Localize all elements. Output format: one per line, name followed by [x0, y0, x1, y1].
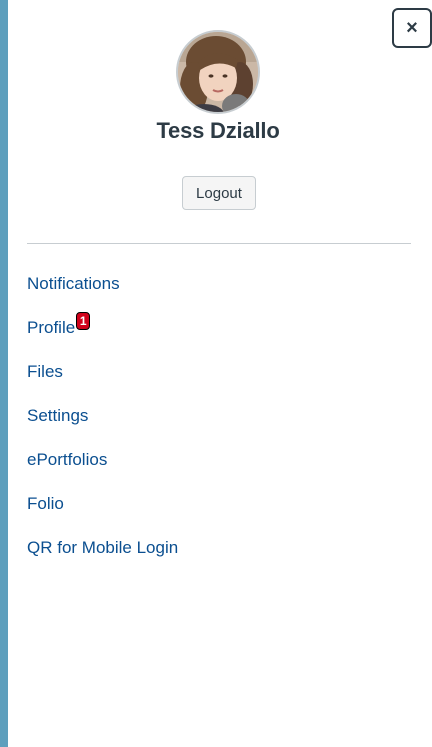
menu-item-files: Files: [27, 358, 178, 402]
files-link[interactable]: Files: [27, 362, 63, 381]
divider: [27, 243, 411, 244]
close-button[interactable]: ×: [392, 8, 432, 48]
menu-item-qr-login: QR for Mobile Login: [27, 534, 178, 578]
eportfolios-link[interactable]: ePortfolios: [27, 450, 107, 469]
menu-item-folio: Folio: [27, 490, 178, 534]
qr-mobile-login-link[interactable]: QR for Mobile Login: [27, 538, 178, 557]
settings-link[interactable]: Settings: [27, 406, 88, 425]
folio-link[interactable]: Folio: [27, 494, 64, 513]
avatar-photo: [178, 32, 258, 112]
account-menu: Notifications Profile 1 Files Settings eP…: [27, 270, 178, 578]
menu-item-settings: Settings: [27, 402, 178, 446]
logout-button[interactable]: Logout: [182, 176, 256, 210]
account-tray: × Tess Dziallo Logout Notifications Prof…: [8, 0, 432, 747]
background-edge: [0, 0, 8, 747]
user-name: Tess Dziallo: [156, 118, 280, 143]
menu-item-eportfolios: ePortfolios: [27, 446, 178, 490]
notifications-link[interactable]: Notifications: [27, 274, 120, 293]
avatar: [176, 30, 260, 114]
close-icon: ×: [406, 17, 418, 39]
menu-item-notifications: Notifications: [27, 270, 178, 314]
menu-item-profile: Profile 1: [27, 312, 178, 358]
profile-link[interactable]: Profile: [27, 318, 75, 337]
profile-notification-badge: 1: [76, 312, 91, 330]
